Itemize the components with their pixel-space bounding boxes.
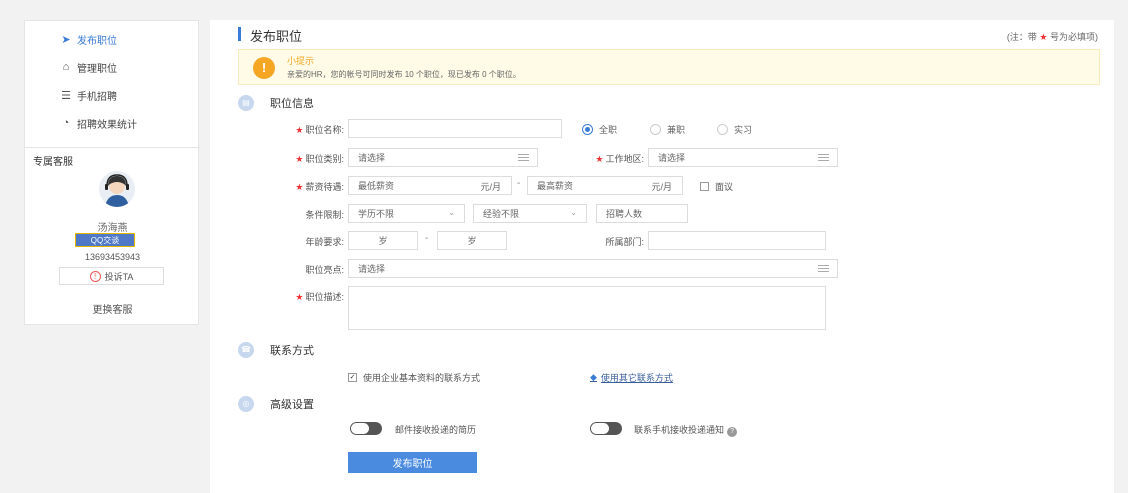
tag-icon: ◆ bbox=[590, 372, 597, 382]
email-resume-label: 邮件接收投递的简历 bbox=[395, 425, 477, 435]
service-phone: 13693453943 bbox=[84, 252, 141, 262]
required-note: (注：带 ★ 号为必填项) bbox=[1007, 30, 1098, 43]
work-area-select[interactable]: 请选择 bbox=[648, 148, 838, 167]
sidebar-item-label: 手机招聘 bbox=[77, 91, 117, 103]
sidebar-divider bbox=[25, 147, 200, 148]
help-icon: ? bbox=[727, 427, 738, 437]
chevron-down-icon: ⌄ bbox=[570, 208, 577, 217]
chevron-down-icon: ⌄ bbox=[448, 208, 455, 217]
job-category-label: ★ 职位类别: bbox=[295, 154, 344, 164]
sidebar: ➤ 发布职位 ⌂ 管理职位 ☰ 手机招聘 ◔ 招聘效果统计 专属客服 汤海燕 Q… bbox=[24, 20, 200, 325]
job-category-value: 请选择 bbox=[358, 153, 386, 163]
headcount-input[interactable]: 招聘人数 bbox=[596, 204, 688, 223]
description-textarea[interactable] bbox=[348, 286, 826, 330]
education-value: 学历不限 bbox=[358, 209, 395, 219]
department-label: 所属部门: bbox=[605, 237, 644, 247]
sidebar-item-manage-jobs[interactable]: ⌂ 管理职位 bbox=[25, 53, 200, 81]
sidebar-item-label: 管理职位 bbox=[77, 63, 117, 75]
complain-button[interactable]: ! 投诉TA bbox=[59, 267, 164, 285]
main-panel: 发布职位 (注：带 ★ 号为必填项) ! 小提示 亲爱的HR，您的帐号可同时发布… bbox=[210, 20, 1114, 493]
job-type-parttime[interactable]: 兼职 bbox=[650, 123, 685, 136]
age-label: 年龄要求: bbox=[305, 237, 344, 247]
salary-unit: 元/月 bbox=[651, 182, 672, 192]
highlight-value: 请选择 bbox=[358, 264, 386, 274]
salary-min-placeholder: 最低薪资 bbox=[358, 181, 395, 191]
section-job-info: ▤ 职位信息 bbox=[238, 95, 314, 111]
complain-label: 投诉TA bbox=[104, 271, 134, 282]
job-name-label: ★ 职位名称: bbox=[295, 125, 344, 135]
pie-chart-icon: ◔ bbox=[62, 117, 70, 129]
sidebar-item-stats[interactable]: ◔ 招聘效果统计 bbox=[25, 109, 200, 137]
work-area-label: ★ 工作地区: bbox=[595, 154, 644, 164]
experience-select[interactable]: 经验不限 ⌄ bbox=[473, 204, 587, 223]
sms-notify-label: 联系手机接收投递通知? bbox=[634, 423, 738, 437]
checkmark-icon: ✓ bbox=[348, 373, 357, 382]
highlight-select[interactable]: 请选择 bbox=[348, 259, 838, 278]
salary-label: ★ 薪资待遇: bbox=[295, 182, 344, 192]
tip-text: 亲爱的HR，您的帐号可同时发布 10 个职位，现已发布 0 个职位。 bbox=[287, 70, 521, 79]
alert-icon: ! bbox=[89, 270, 101, 282]
section-title: 联系方式 bbox=[270, 345, 314, 357]
section-title: 高级设置 bbox=[270, 399, 314, 411]
description-label: ★ 职位描述: bbox=[295, 292, 344, 302]
salary-unit: 元/月 bbox=[480, 182, 501, 192]
phone-icon: ☎ bbox=[238, 342, 254, 358]
sms-notify-toggle[interactable] bbox=[590, 422, 622, 435]
job-type-intern[interactable]: 实习 bbox=[717, 123, 752, 136]
experience-value: 经验不限 bbox=[483, 209, 520, 219]
job-category-select[interactable]: 请选择 bbox=[348, 148, 538, 167]
change-service-link[interactable]: 更换客服 bbox=[25, 301, 200, 316]
tip-title: 小提示 bbox=[287, 56, 315, 66]
section-advanced: ◎ 高级设置 bbox=[238, 396, 314, 412]
sidebar-item-post-job[interactable]: ➤ 发布职位 bbox=[25, 25, 200, 53]
use-other-contact-link[interactable]: ◆ 使用其它联系方式 bbox=[590, 371, 673, 384]
sidebar-item-label: 招聘效果统计 bbox=[77, 119, 137, 131]
work-area-value: 请选择 bbox=[658, 153, 686, 163]
age-max-input[interactable]: 岁 bbox=[437, 231, 507, 250]
required-note-suffix: 号为必填项) bbox=[1050, 32, 1098, 42]
negotiable-checkbox[interactable]: 面议 bbox=[700, 180, 733, 193]
condition-label: 条件限制: bbox=[305, 210, 344, 220]
avatar bbox=[99, 171, 135, 207]
qq-chat-button[interactable]: QQ交谈 bbox=[75, 233, 135, 247]
page-title: 发布职位 bbox=[250, 29, 303, 44]
section-title: 职位信息 bbox=[270, 98, 314, 110]
warning-icon: ! bbox=[253, 57, 275, 79]
job-type-fulltime[interactable]: 全职 bbox=[582, 123, 617, 136]
submit-job-button[interactable]: 发布职位 bbox=[348, 452, 477, 473]
use-company-contact-checkbox[interactable]: ✓ 使用企业基本资料的联系方式 bbox=[348, 371, 480, 384]
menu-icon bbox=[518, 154, 529, 161]
title-accent-bar bbox=[238, 27, 241, 41]
section-contact: ☎ 联系方式 bbox=[238, 342, 314, 358]
salary-max-input[interactable]: 最高薪资 元/月 bbox=[527, 176, 683, 195]
paper-plane-icon: ➤ bbox=[61, 33, 71, 46]
service-title: 专属客服 bbox=[33, 157, 73, 168]
highlight-label: 职位亮点: bbox=[305, 265, 344, 275]
salary-max-placeholder: 最高薪资 bbox=[537, 181, 574, 191]
tip-box: ! 小提示 亲爱的HR，您的帐号可同时发布 10 个职位，现已发布 0 个职位。 bbox=[238, 49, 1100, 85]
required-star-icon: ★ bbox=[1039, 32, 1048, 42]
folder-icon: ⌂ bbox=[62, 61, 70, 73]
job-name-input[interactable] bbox=[348, 119, 562, 138]
required-note-prefix: (注：带 bbox=[1006, 32, 1037, 42]
email-resume-toggle[interactable] bbox=[350, 422, 382, 435]
sidebar-item-label: 发布职位 bbox=[77, 35, 117, 47]
sidebar-item-mobile-recruit[interactable]: ☰ 手机招聘 bbox=[25, 81, 200, 109]
menu-icon bbox=[818, 265, 829, 272]
document-icon: ▤ bbox=[238, 95, 254, 111]
department-input[interactable] bbox=[648, 231, 826, 250]
age-min-input[interactable]: 岁 bbox=[348, 231, 418, 250]
range-dash: - bbox=[517, 178, 521, 189]
handshake-icon: ☰ bbox=[61, 89, 71, 102]
education-select[interactable]: 学历不限 ⌄ bbox=[348, 204, 465, 223]
menu-icon bbox=[818, 154, 829, 161]
range-dash: - bbox=[425, 233, 429, 244]
settings-icon: ◎ bbox=[238, 396, 254, 412]
salary-min-input[interactable]: 最低薪资 元/月 bbox=[348, 176, 512, 195]
service-name: 汤海燕 bbox=[97, 223, 128, 234]
